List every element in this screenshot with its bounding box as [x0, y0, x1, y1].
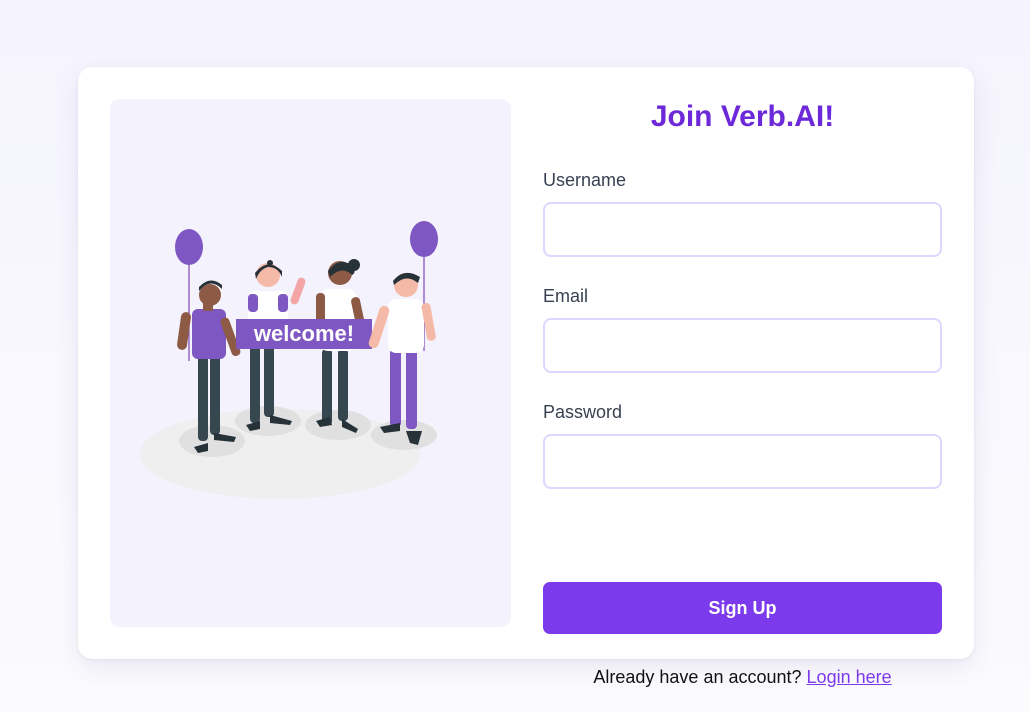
- page-title: Join Verb.AI!: [650, 100, 835, 133]
- username-label: Username: [543, 170, 627, 190]
- username-input[interactable]: [543, 202, 942, 257]
- sign-up-button[interactable]: Sign Up: [543, 582, 942, 634]
- login-link[interactable]: Login here: [807, 667, 892, 687]
- login-prompt-text: Already have an account?: [593, 667, 802, 687]
- login-prompt-row: Already have an account? Login here: [543, 667, 942, 688]
- illustration-panel: welcome!: [110, 99, 511, 627]
- signup-form: Join Verb.AI! Username Email Password Si…: [543, 99, 942, 687]
- welcome-group-illustration: welcome!: [140, 221, 438, 499]
- welcome-banner-text: welcome!: [253, 321, 354, 346]
- signup-card: welcome! Join Verb.AI! Username Email Pa…: [78, 67, 974, 687]
- email-input[interactable]: [543, 318, 942, 373]
- password-label: Password: [543, 402, 623, 422]
- password-input[interactable]: [543, 434, 942, 489]
- email-label: Email: [543, 286, 589, 306]
